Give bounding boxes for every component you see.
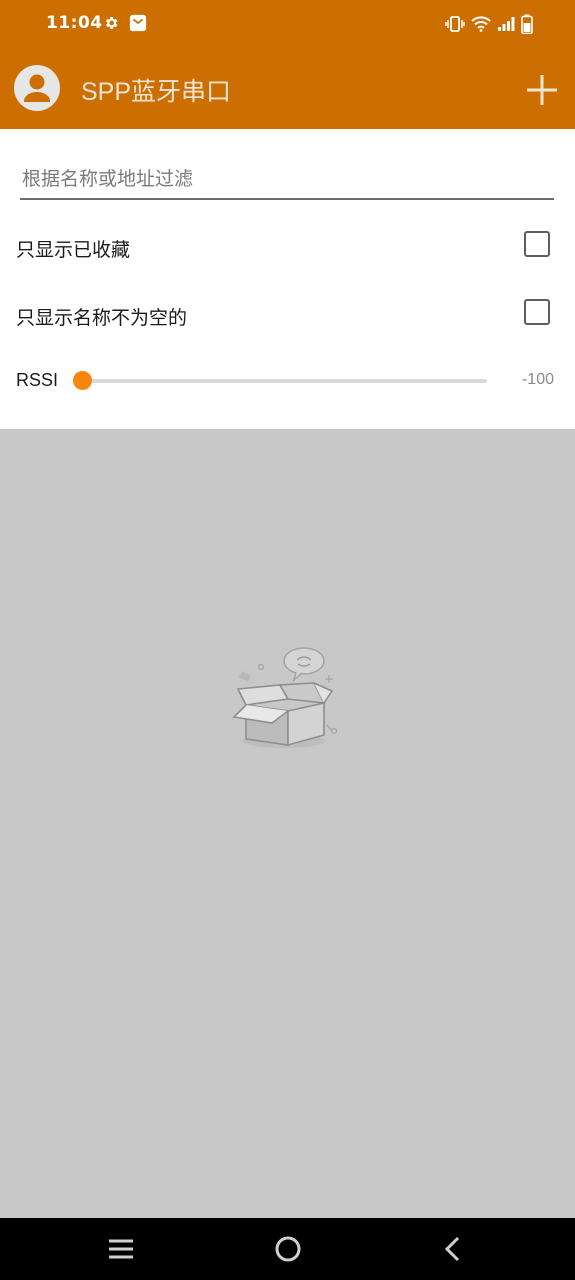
- rssi-row: RSSI -100: [0, 363, 575, 399]
- rssi-label: RSSI: [16, 370, 59, 390]
- status-icons: [445, 14, 533, 34]
- menu-button[interactable]: [103, 1232, 139, 1266]
- status-time: 11:04: [46, 13, 103, 33]
- add-button[interactable]: [522, 70, 562, 110]
- battery-icon: [521, 14, 533, 34]
- navigation-bar: [0, 1218, 575, 1280]
- home-icon: [275, 1236, 301, 1262]
- menu-icon: [109, 1239, 133, 1259]
- add-icon: [527, 75, 557, 105]
- mail-icon: [129, 14, 147, 32]
- rssi-value: -100: [521, 371, 554, 388]
- home-button[interactable]: [270, 1232, 306, 1266]
- app-title: SPP蓝牙串口: [81, 78, 232, 106]
- settings-icon: [106, 17, 118, 29]
- rssi-slider-track[interactable]: [82, 379, 487, 383]
- header: 11:04 SPP蓝牙串口: [0, 0, 575, 129]
- device-list: [0, 429, 575, 1218]
- only-favorites-checkbox[interactable]: [524, 231, 550, 257]
- back-icon: [444, 1236, 460, 1262]
- wifi-icon: [471, 16, 491, 32]
- only-favorites-label: 只显示已收藏: [16, 239, 131, 261]
- empty-box-icon: [232, 647, 338, 748]
- only-named-label: 只显示名称不为空的: [16, 307, 188, 329]
- rssi-slider-thumb[interactable]: [72, 371, 92, 390]
- status-bar: 11:04: [0, 0, 575, 48]
- only-favorites-row[interactable]: 只显示已收藏: [0, 227, 575, 267]
- app-screen: 11:04 SPP蓝牙串口 根据名称或地址过滤 只显示已收藏 只显示名称不为空的…: [0, 0, 575, 1280]
- filter-panel: 只显示已收藏 只显示名称不为空的 RSSI -100: [0, 129, 575, 429]
- only-named-checkbox[interactable]: [524, 299, 550, 325]
- back-button[interactable]: [435, 1232, 471, 1266]
- signal-icon: [498, 17, 515, 31]
- app-bar: SPP蓝牙串口: [0, 48, 575, 129]
- vibrate-icon: [445, 16, 465, 32]
- only-named-row[interactable]: 只显示名称不为空的: [0, 295, 575, 335]
- filter-input[interactable]: [20, 160, 554, 200]
- avatar-icon[interactable]: [14, 65, 60, 111]
